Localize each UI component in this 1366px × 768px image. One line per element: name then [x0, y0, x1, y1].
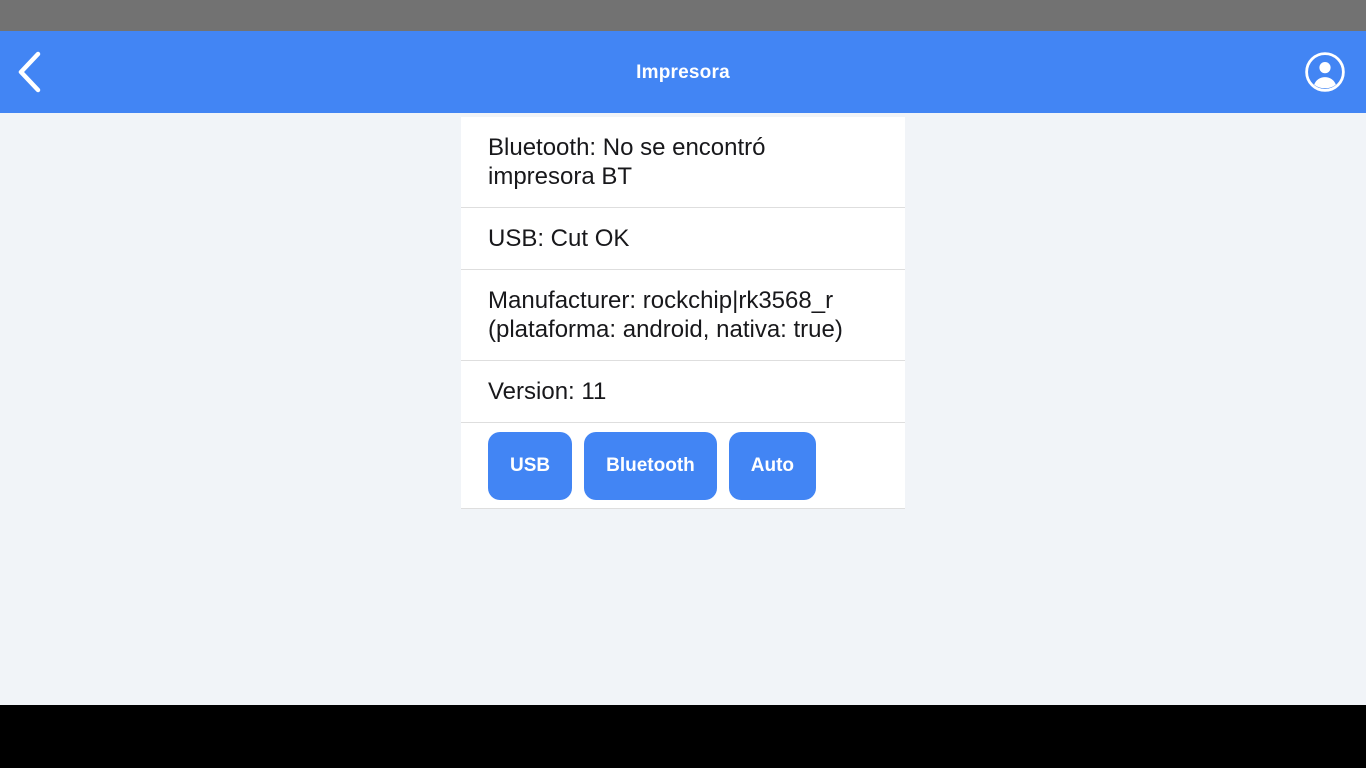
printer-actions-row: USB Bluetooth Auto — [461, 423, 905, 509]
page-title: Impresora — [636, 61, 730, 83]
system-navigation-bar — [0, 705, 1366, 768]
usb-status-text: USB: Cut OK — [488, 225, 630, 252]
chevron-left-icon — [16, 51, 42, 93]
bluetooth-status-text: Bluetooth: No se encontró impresora BT — [488, 134, 766, 190]
info-row-manufacturer: Manufacturer: rockchip|rk3568_r (platafo… — [461, 270, 905, 361]
auto-button[interactable]: Auto — [728, 431, 817, 500]
printer-status-card: Bluetooth: No se encontró impresora BT U… — [461, 117, 905, 509]
info-row-bluetooth: Bluetooth: No se encontró impresora BT — [461, 117, 905, 208]
app-bar: Impresora — [0, 31, 1366, 113]
account-circle-icon — [1304, 51, 1346, 93]
account-button[interactable] — [1296, 31, 1354, 113]
version-text: Version: 11 — [488, 378, 607, 405]
status-bar — [0, 0, 1366, 31]
info-row-usb: USB: Cut OK — [461, 208, 905, 270]
back-button[interactable] — [0, 31, 58, 113]
manufacturer-text: Manufacturer: rockchip|rk3568_r (platafo… — [488, 287, 843, 343]
content-area: Bluetooth: No se encontró impresora BT U… — [0, 113, 1366, 705]
usb-button[interactable]: USB — [488, 431, 573, 500]
bluetooth-button[interactable]: Bluetooth — [584, 431, 717, 500]
app-screen: Impresora Bluetooth: No se encontró impr… — [0, 0, 1366, 768]
info-row-version: Version: 11 — [461, 361, 905, 423]
